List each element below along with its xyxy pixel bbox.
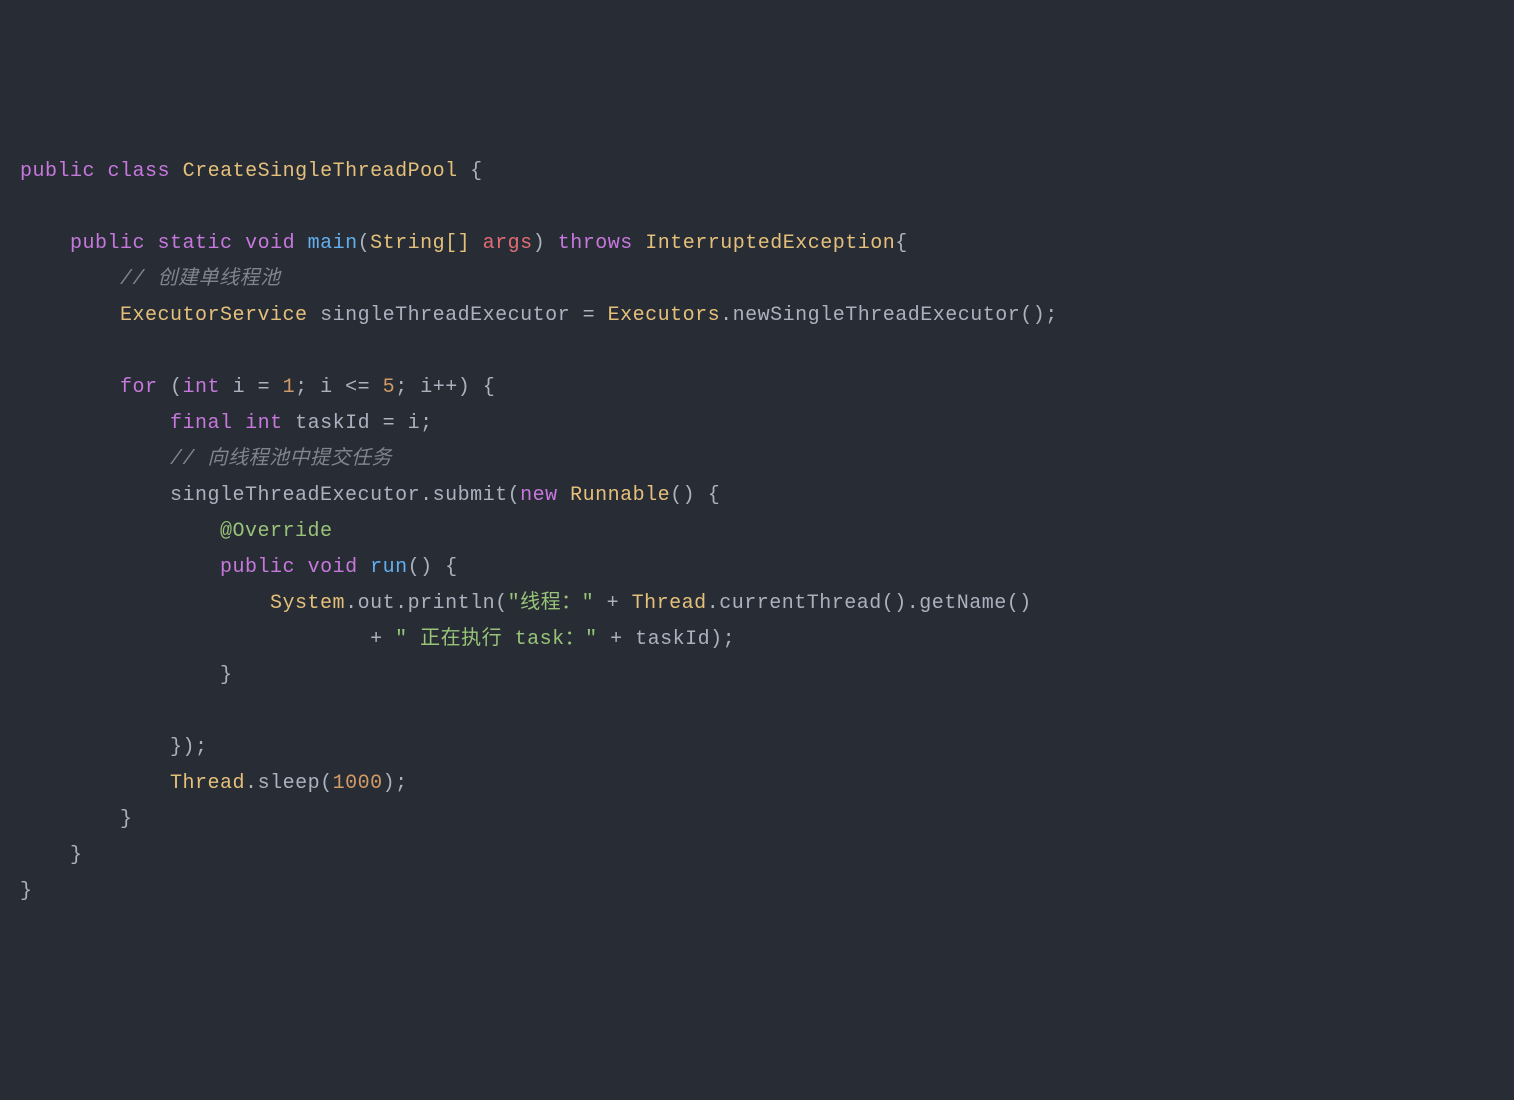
code-line-5: ExecutorService singleThreadExecutor = E… <box>20 304 1058 327</box>
method-call: newSingleThreadExecutor <box>733 304 1021 327</box>
code-line-11: @Override <box>20 520 333 543</box>
method-submit: submit <box>433 484 508 507</box>
code-line-20: } <box>20 844 83 867</box>
keyword-final: final <box>170 412 233 435</box>
keyword-void: void <box>308 556 358 579</box>
code-line-15: } <box>20 664 233 687</box>
method-println: println <box>408 592 496 615</box>
keyword-class: class <box>108 160 171 183</box>
number-literal: 1000 <box>333 772 383 795</box>
code-line-1: public class CreateSingleThreadPool { <box>20 160 483 183</box>
comment: // 创建单线程池 <box>120 268 281 291</box>
code-line-18: Thread.sleep(1000); <box>20 772 408 795</box>
keyword-for: for <box>120 376 158 399</box>
class-name: CreateSingleThreadPool <box>183 160 458 183</box>
code-line-7: for (int i = 1; i <= 5; i++) { <box>20 376 495 399</box>
string-literal: " 正在执行 task：" <box>395 628 598 651</box>
keyword-throws: throws <box>558 232 633 255</box>
code-line-4: // 创建单线程池 <box>20 268 281 291</box>
code-editor[interactable]: public class CreateSingleThreadPool { pu… <box>20 154 1494 910</box>
comment: // 向线程池中提交任务 <box>170 448 392 471</box>
type-runnable: Runnable <box>570 484 670 507</box>
code-line-17: }); <box>20 736 208 759</box>
type-thread: Thread <box>632 592 707 615</box>
keyword-static: static <box>158 232 233 255</box>
exception-type: InterruptedException <box>645 232 895 255</box>
keyword-public: public <box>220 556 295 579</box>
keyword-int: int <box>245 412 283 435</box>
brace: { <box>458 160 483 183</box>
number-literal: 1 <box>283 376 296 399</box>
keyword-public: public <box>70 232 145 255</box>
keyword-public: public <box>20 160 95 183</box>
keyword-new: new <box>520 484 558 507</box>
type-executor-service: ExecutorService <box>120 304 308 327</box>
keyword-int: int <box>183 376 221 399</box>
code-line-12: public void run() { <box>20 556 458 579</box>
method-sleep: sleep <box>258 772 321 795</box>
type-executors: Executors <box>608 304 721 327</box>
code-line-8: final int taskId = i; <box>20 412 433 435</box>
variable-task-id: taskId <box>295 412 370 435</box>
type-thread: Thread <box>170 772 245 795</box>
code-line-14: + " 正在执行 task：" + taskId); <box>20 628 735 651</box>
code-line-9: // 向线程池中提交任务 <box>20 448 392 471</box>
method-run: run <box>370 556 408 579</box>
code-line-19: } <box>20 808 133 831</box>
type-system: System <box>270 592 345 615</box>
keyword-void: void <box>245 232 295 255</box>
string-literal: "线程：" <box>508 592 595 615</box>
method-main: main <box>308 232 358 255</box>
annotation-override: @Override <box>220 520 333 543</box>
code-line-13: System.out.println("线程：" + Thread.curren… <box>20 592 1032 615</box>
number-literal: 5 <box>383 376 396 399</box>
code-line-10: singleThreadExecutor.submit(new Runnable… <box>20 484 720 507</box>
variable: singleThreadExecutor <box>320 304 570 327</box>
type-string-array: String[] <box>370 232 470 255</box>
code-line-3: public static void main(String[] args) t… <box>20 232 908 255</box>
code-line-21: } <box>20 880 33 903</box>
param-args: args <box>483 232 533 255</box>
